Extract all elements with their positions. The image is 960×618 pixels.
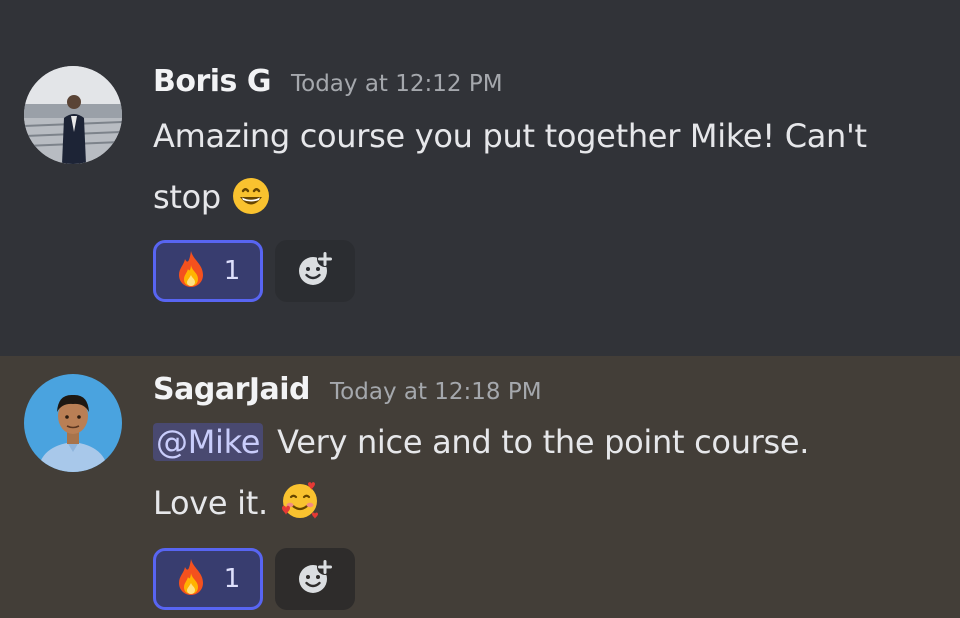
username[interactable]: Boris G <box>153 64 271 99</box>
fire-emoji-icon <box>176 250 206 292</box>
message-text-line-with-emoji: Love it. <box>153 473 933 542</box>
add-reaction-button[interactable] <box>275 548 355 610</box>
message-text: stop <box>153 178 221 216</box>
reaction-fire[interactable]: 1 <box>153 240 263 302</box>
avatar-photo-icon <box>24 374 122 472</box>
username[interactable]: SagarJaid <box>153 372 311 407</box>
add-reaction-icon <box>295 249 335 293</box>
message-text-line: Amazing course you put together Mike! Ca… <box>153 117 867 155</box>
add-reaction-button[interactable] <box>275 240 355 302</box>
reactions-bar: 1 <box>153 240 355 302</box>
timestamp: Today at 12:18 PM <box>330 379 542 405</box>
reaction-count: 1 <box>223 256 241 286</box>
add-reaction-icon <box>295 557 335 601</box>
message-content: Amazing course you put together Mike! Ca… <box>153 106 933 236</box>
message-item: Boris G Today at 12:12 PM Amazing course… <box>0 0 960 356</box>
message-header: Boris G Today at 12:12 PM <box>153 64 503 99</box>
timestamp: Today at 12:12 PM <box>290 71 503 97</box>
message-text-line: @Mike Very nice and to the point course. <box>153 412 933 473</box>
grinning-face-with-smiling-eyes-icon <box>231 175 271 236</box>
avatar-photo-icon <box>24 66 122 164</box>
reactions-bar: 1 <box>153 548 355 610</box>
message-text: Love it. <box>153 484 268 522</box>
smiling-face-with-hearts-icon <box>278 478 322 542</box>
message-text-line-with-emoji: stop <box>153 167 933 236</box>
message-header: SagarJaid Today at 12:18 PM <box>153 372 542 407</box>
fire-emoji-icon <box>176 558 206 600</box>
avatar[interactable] <box>24 374 122 472</box>
message-item-highlighted: SagarJaid Today at 12:18 PM @Mike Very ni… <box>0 356 960 618</box>
message-text: Very nice and to the point course. <box>277 423 810 461</box>
user-mention[interactable]: @Mike <box>153 423 264 461</box>
reaction-count: 1 <box>223 564 241 594</box>
avatar[interactable] <box>24 66 122 164</box>
reaction-fire[interactable]: 1 <box>153 548 263 610</box>
message-content: @Mike Very nice and to the point course. … <box>153 412 933 542</box>
